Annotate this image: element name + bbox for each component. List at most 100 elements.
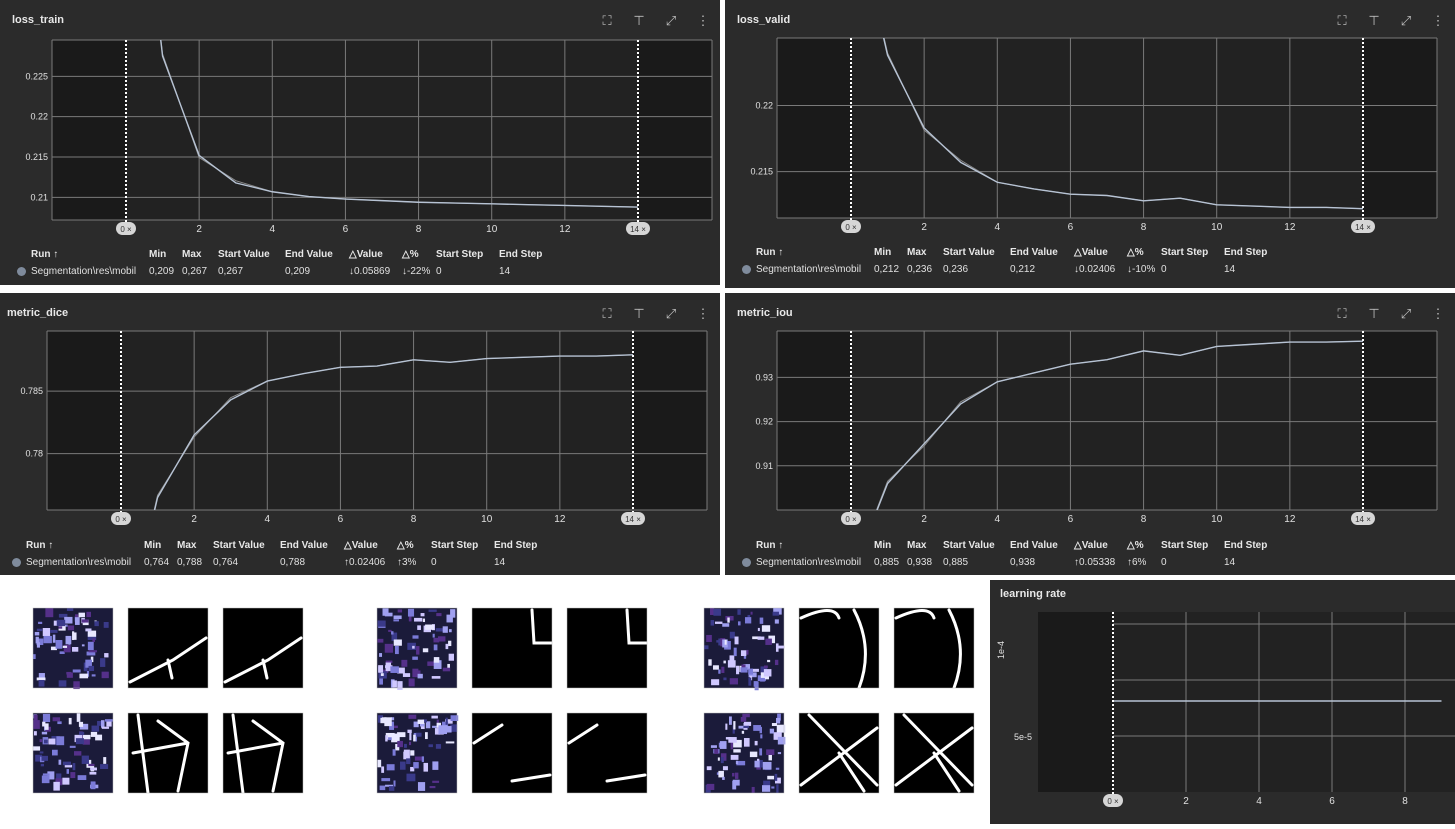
table-header-cell: △Value [1074,540,1108,551]
line-chart: 24685e-51e-40 × [990,580,1455,824]
y-tick-label: 0.78 [25,449,43,459]
table-header-cell[interactable]: Run ↑ [756,247,783,258]
table-cell: 0,885 [874,557,899,568]
x-tick-label: 8 [1402,796,1408,807]
range-badge-label: 0 × [845,515,857,524]
table-header-cell: Start Value [213,540,265,551]
range-start-badge[interactable]: 0 × [1103,794,1123,807]
x-tick-label: 10 [486,224,498,235]
run-name: Segmentation\res\mobil [756,557,861,568]
range-badge-label: 14 × [625,515,641,524]
table-cell: 0,236 [943,264,968,275]
ground-truth-mask [799,713,879,793]
range-badge-label: 0 × [120,225,132,234]
ground-truth-mask [799,608,879,688]
range-start-badge[interactable]: 0 × [116,222,136,235]
satellite-image [377,608,457,690]
table-header-cell: △Value [344,540,378,551]
segmentation-samples [0,580,988,824]
ground-truth-mask [128,713,208,793]
table-header-cell: End Value [285,249,333,260]
table-header-cell[interactable]: Run ↑ [756,540,783,551]
x-tick-label: 8 [416,224,422,235]
table-cell: 0,212 [1010,264,1035,275]
range-start-badge[interactable]: 0 × [841,220,861,233]
satellite-image [33,608,113,689]
table-header-cell: Start Step [436,249,483,260]
x-tick-label: 2 [921,514,927,525]
range-start-badge[interactable]: 0 × [841,512,861,525]
range-start-badge[interactable]: 0 × [111,512,131,525]
y-tick-label: 0.785 [20,386,43,396]
run-name: Segmentation\res\mobil [31,266,136,277]
range-end-badge[interactable]: 14 × [1351,512,1375,525]
run-color-swatch [12,558,21,567]
table-header-cell[interactable]: Run ↑ [26,540,53,551]
y-tick-label: 0.225 [25,71,48,81]
range-end-badge[interactable]: 14 × [626,222,650,235]
table-cell: 0,212 [874,264,899,275]
table-cell: 0,209 [149,266,174,277]
satellite-image [377,713,458,793]
table-header-cell: Start Value [943,247,995,258]
table-header-cell: Start Step [1161,247,1208,258]
x-tick-label: 12 [559,224,571,235]
chart-card-metric-dice: metric_dice ⛶ ⊤ ⤢ ⋮ 246810120.780.7850 ×… [0,293,720,575]
table-header-cell: △% [402,249,419,260]
table-header-cell: End Step [1224,540,1267,551]
range-shade-left [47,331,121,510]
ground-truth-mask [472,713,552,793]
y-tick-label: 0.22 [755,101,773,111]
y-tick-label: 0.215 [25,152,48,162]
run-color-swatch [742,265,751,274]
chart-card-learning-rate: learning rate 24685e-51e-40 × [990,580,1455,824]
satellite-image [33,713,113,793]
table-cell: 0,209 [285,266,310,277]
ground-truth-mask [128,608,208,688]
table-header-cell: Start Step [1161,540,1208,551]
table-header-cell: Start Value [218,249,270,260]
plot-area [777,331,1437,510]
range-shade-right [633,331,707,510]
table-header-cell[interactable]: Run ↑ [31,249,58,260]
range-badge-label: 0 × [1107,797,1119,806]
table-header-cell: △% [1127,247,1144,258]
satellite-image [704,713,785,793]
range-shade-right [1363,38,1437,218]
table-header-cell: End Value [1010,247,1058,258]
run-name: Segmentation\res\mobil [756,264,861,275]
table-cell: 14 [494,557,505,568]
table-cell: 0,267 [182,266,207,277]
x-tick-label: 10 [481,514,493,525]
table-header-cell: Min [149,249,166,260]
table-header-cell: △% [1127,540,1144,551]
satellite-image [704,608,784,690]
x-tick-label: 12 [1284,514,1296,525]
x-tick-label: 4 [265,514,271,525]
table-header-cell: Max [907,540,926,551]
chart-card-loss-valid: loss_valid ⛶ ⊤ ⤢ ⋮ 246810120.2150.220 ×1… [725,0,1455,288]
table-cell: 0 [431,557,437,568]
y-tick-label: 5e-5 [1014,732,1032,742]
x-tick-label: 6 [1068,222,1074,233]
ground-truth-mask [472,608,552,688]
table-cell: 0,267 [218,266,243,277]
x-tick-label: 2 [196,224,202,235]
table-header-cell: Max [182,249,201,260]
range-end-badge[interactable]: 14 × [1351,220,1375,233]
table-cell: ↑0.05338 [1074,557,1115,568]
run-color-swatch [17,267,26,276]
table-cell: 0 [1161,557,1167,568]
table-cell: 0 [436,266,442,277]
chart-card-metric-iou: metric_iou ⛶ ⊤ ⤢ ⋮ 246810120.910.920.930… [725,293,1455,575]
run-name: Segmentation\res\mobil [26,557,131,568]
predicted-mask [567,713,647,793]
table-header-cell: End Value [280,540,328,551]
table-cell: ↑0.02406 [344,557,385,568]
range-end-badge[interactable]: 14 × [621,512,645,525]
table-header-cell: Min [874,540,891,551]
range-badge-label: 14 × [1355,223,1371,232]
table-cell: 14 [499,266,510,277]
predicted-mask [567,608,647,688]
x-tick-label: 6 [1329,796,1335,807]
